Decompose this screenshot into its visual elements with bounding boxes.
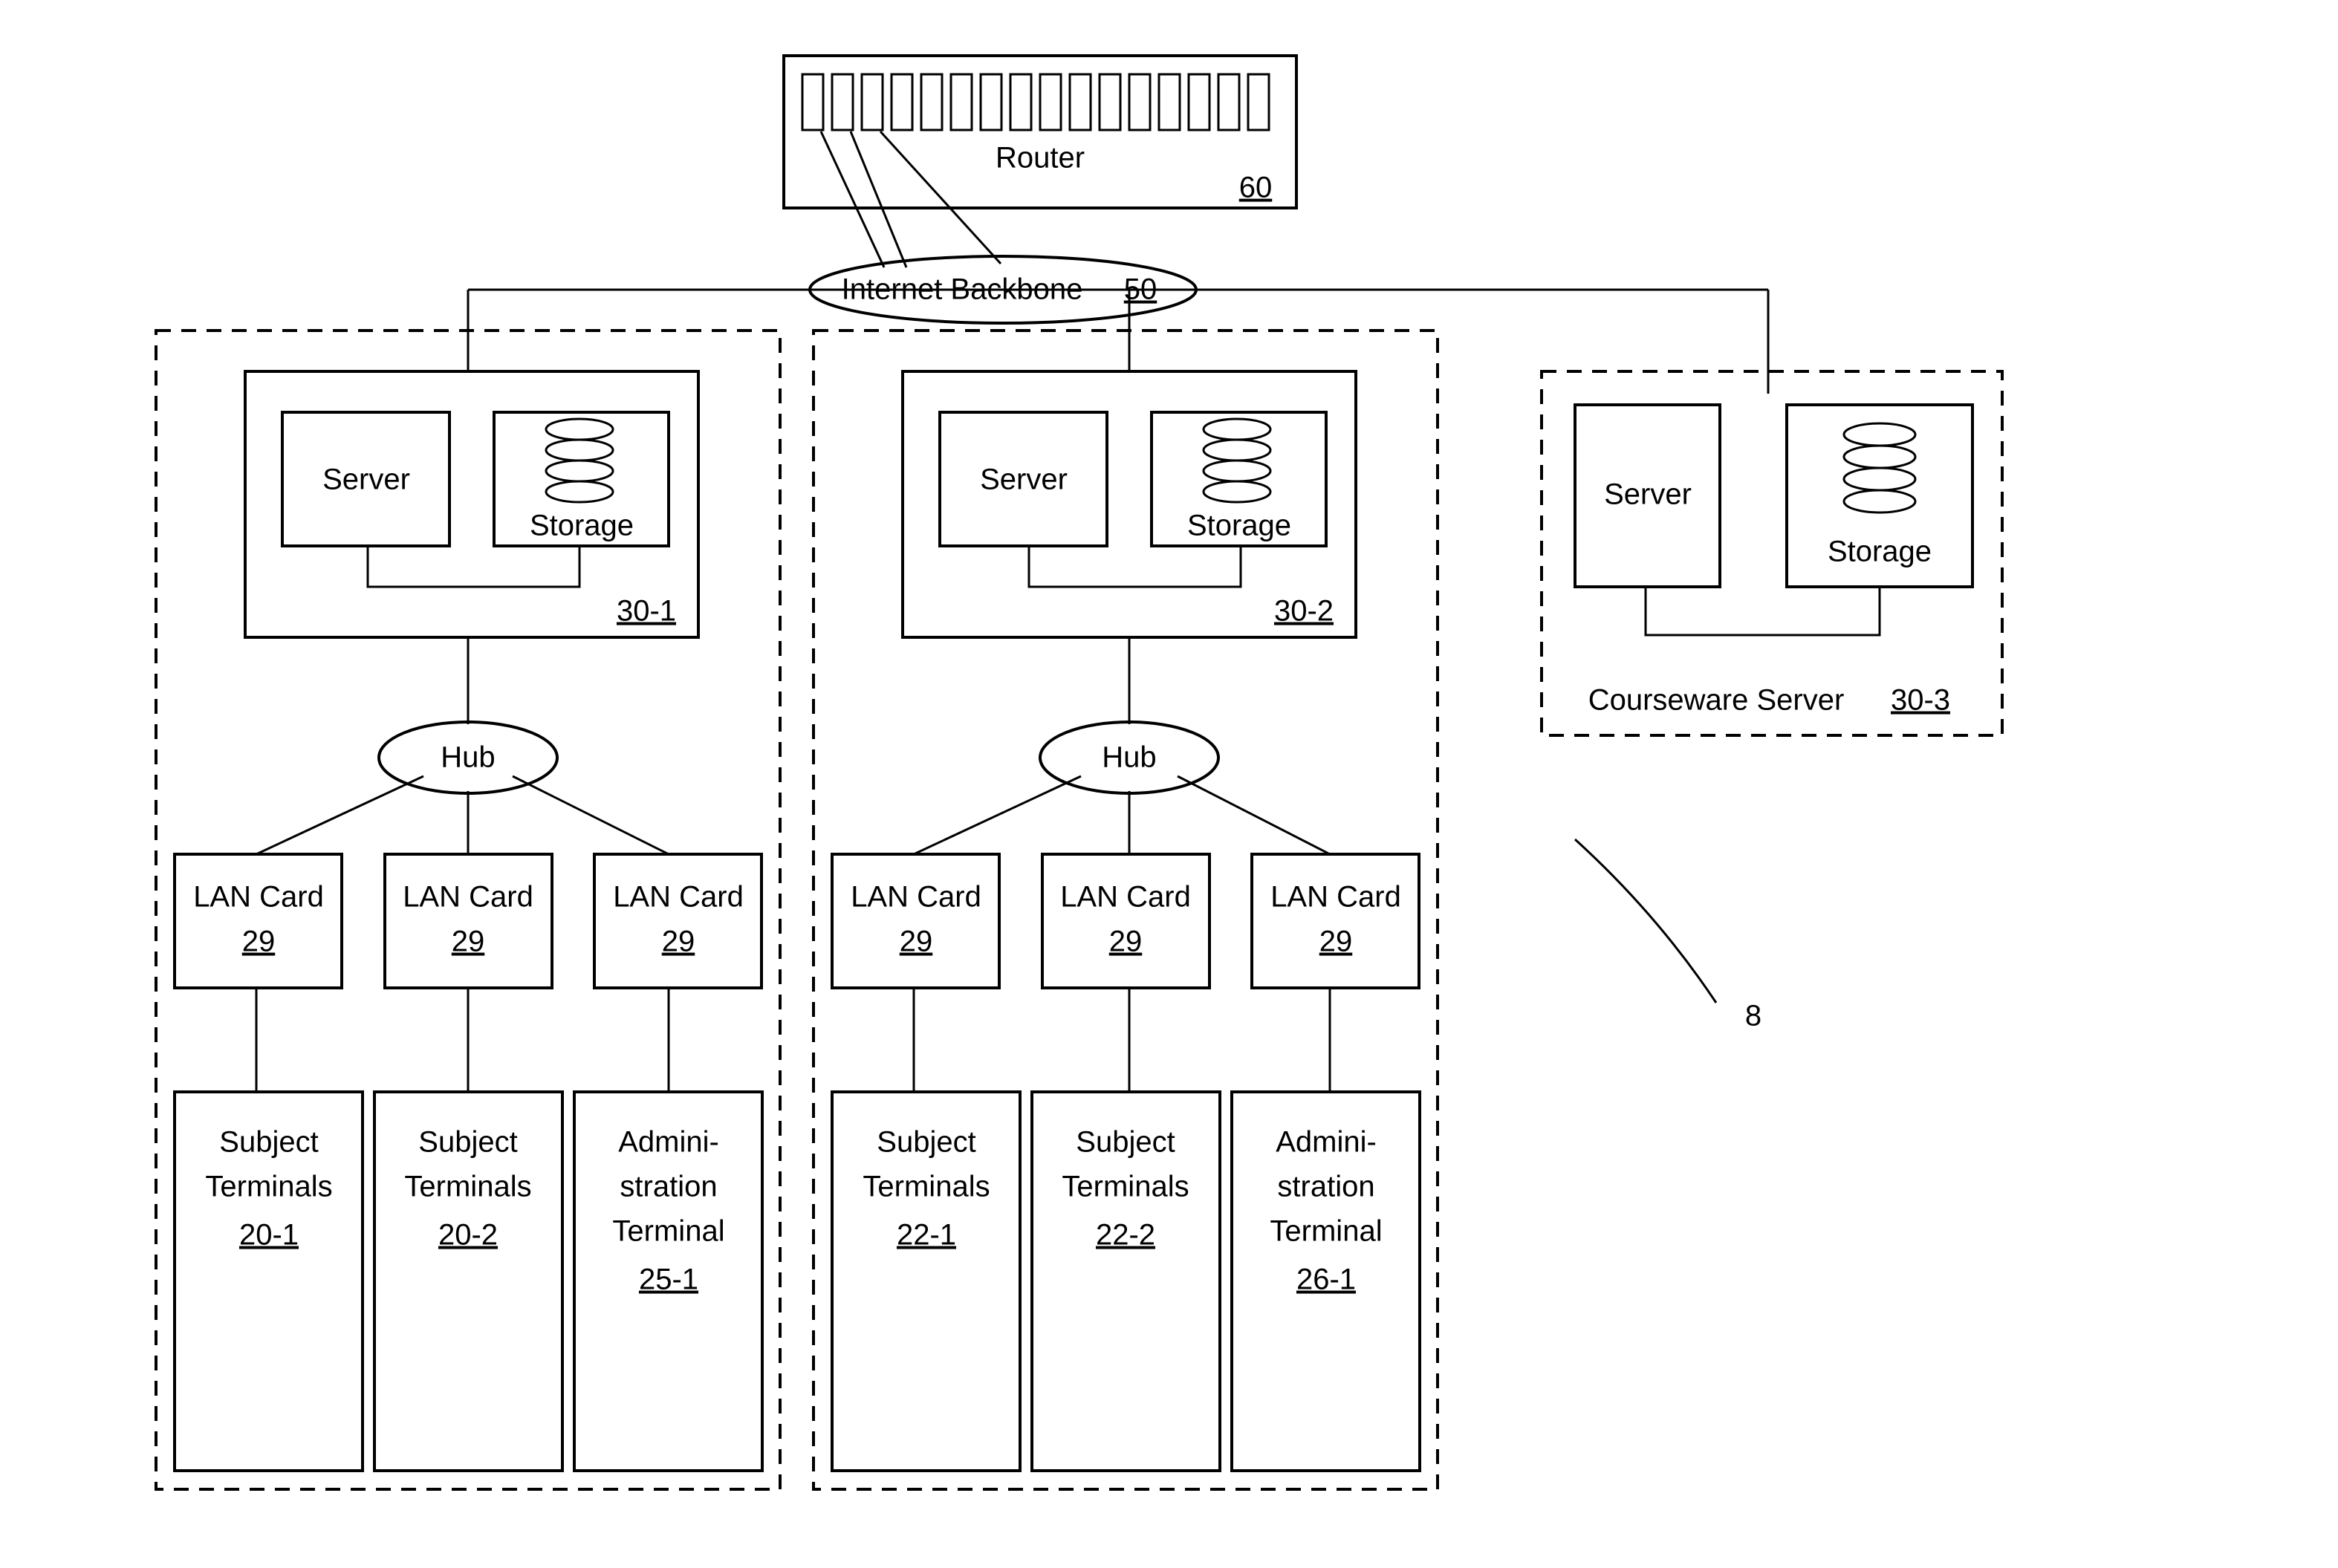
diagram-root: Router 60 Internet Backbone 50 Server St… (0, 0, 2338, 1568)
backbone-label: Internet Backbone (842, 273, 1083, 306)
figure-ref: 8 (1745, 1000, 1761, 1032)
terminal-box: Admini- stration Terminal 25-1 (574, 1092, 762, 1471)
router-node: Router 60 (784, 56, 1296, 208)
svg-text:Subject: Subject (219, 1126, 318, 1159)
server-label: Server (322, 463, 410, 496)
lan-card: LAN Card 29 (832, 854, 999, 988)
svg-text:20-1: 20-1 (239, 1219, 299, 1252)
svg-text:29: 29 (662, 925, 695, 958)
svg-text:LAN Card: LAN Card (851, 881, 981, 914)
svg-text:29: 29 (900, 925, 933, 958)
lan-card: LAN Card 29 (1042, 854, 1209, 988)
courseware-ref: 30-3 (1891, 684, 1950, 717)
svg-text:Subject: Subject (877, 1126, 975, 1159)
cluster-2: Server Storage 30-2 Hub LAN Card 29 LAN … (814, 331, 1438, 1489)
server-label: Server (980, 463, 1068, 496)
svg-text:stration: stration (1277, 1171, 1374, 1203)
hub-label: Hub (1102, 741, 1156, 774)
svg-text:LAN Card: LAN Card (613, 881, 744, 914)
terminal-box: Admini- stration Terminal 26-1 (1232, 1092, 1420, 1471)
svg-text:25-1: 25-1 (639, 1263, 698, 1296)
svg-text:Subject: Subject (1076, 1126, 1175, 1159)
svg-text:29: 29 (1319, 925, 1353, 958)
svg-text:29: 29 (452, 925, 485, 958)
storage-icon (1204, 419, 1270, 502)
terminal-box: Subject Terminals 22-2 (1032, 1092, 1220, 1471)
backbone-node: Internet Backbone 50 (810, 256, 1196, 323)
svg-text:Terminal: Terminal (1270, 1215, 1382, 1248)
svg-text:Terminals: Terminals (863, 1171, 990, 1203)
svg-text:Subject: Subject (418, 1126, 517, 1159)
svg-text:29: 29 (242, 925, 276, 958)
cluster1-ref: 30-1 (617, 595, 676, 628)
svg-text:stration: stration (620, 1171, 717, 1203)
svg-text:26-1: 26-1 (1296, 1263, 1356, 1296)
storage-icon (1844, 423, 1915, 513)
storage-label: Storage (530, 510, 634, 542)
svg-text:Admini-: Admini- (1276, 1126, 1377, 1159)
svg-text:20-2: 20-2 (438, 1219, 498, 1252)
router-label: Router (996, 142, 1085, 175)
figure-ref-lead: 8 (1575, 839, 1761, 1032)
storage-label: Storage (1187, 510, 1291, 542)
svg-text:LAN Card: LAN Card (1060, 881, 1191, 914)
svg-text:LAN Card: LAN Card (1270, 881, 1401, 914)
router-ports (802, 74, 1269, 130)
svg-text:22-2: 22-2 (1096, 1219, 1155, 1252)
lan-card: LAN Card 29 (175, 854, 342, 988)
svg-text:Terminals: Terminals (205, 1171, 332, 1203)
router-ref: 60 (1239, 172, 1273, 204)
svg-text:Admini-: Admini- (618, 1126, 719, 1159)
terminal-box: Subject Terminals 20-1 (175, 1092, 363, 1471)
lan-card: LAN Card 29 (385, 854, 552, 988)
cluster-3: Server Storage Courseware Server 30-3 (1542, 371, 2002, 735)
svg-text:Terminal: Terminal (612, 1215, 724, 1248)
svg-text:LAN Card: LAN Card (403, 881, 533, 914)
terminal-box: Subject Terminals 22-1 (832, 1092, 1020, 1471)
svg-text:LAN Card: LAN Card (193, 881, 324, 914)
lan-card: LAN Card 29 (594, 854, 762, 988)
svg-text:29: 29 (1109, 925, 1143, 958)
svg-text:22-1: 22-1 (897, 1219, 956, 1252)
server-label: Server (1604, 478, 1692, 511)
terminal-box: Subject Terminals 20-2 (374, 1092, 562, 1471)
svg-text:Terminals: Terminals (1062, 1171, 1189, 1203)
lan-card: LAN Card 29 (1252, 854, 1419, 988)
storage-label: Storage (1828, 536, 1932, 568)
storage-icon (546, 419, 613, 502)
courseware-label: Courseware Server (1588, 684, 1845, 717)
cluster-1: Server Storage 30-1 Hub LAN Card 29 LAN … (156, 331, 780, 1489)
hub-label: Hub (441, 741, 495, 774)
backbone-ref: 50 (1124, 273, 1157, 306)
cluster2-ref: 30-2 (1274, 595, 1334, 628)
svg-text:Terminals: Terminals (404, 1171, 531, 1203)
